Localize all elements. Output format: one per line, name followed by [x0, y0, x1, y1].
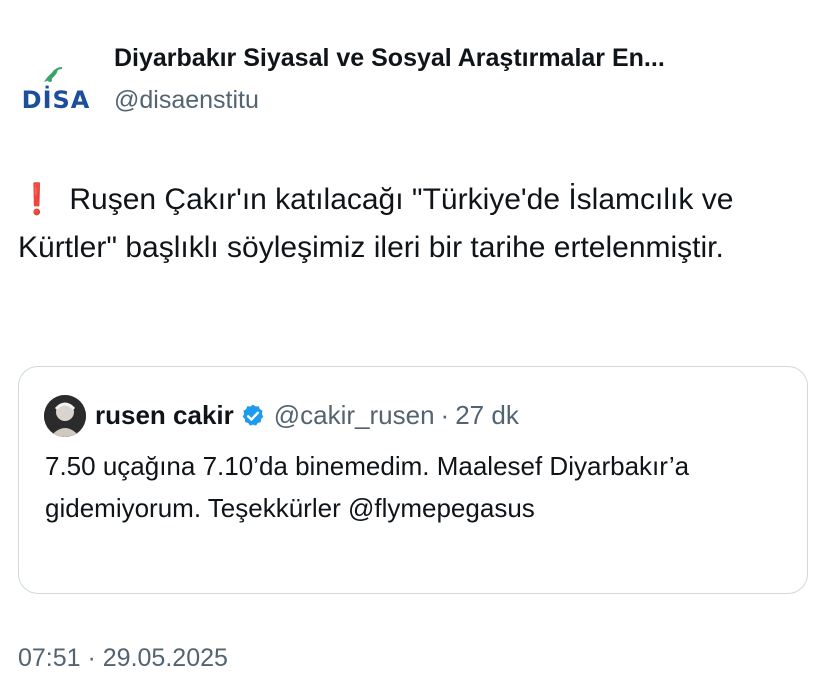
separator-dot: · — [440, 400, 450, 430]
tweet-timestamp[interactable]: 07:51 · 29.05.2025 — [18, 644, 228, 673]
verified-badge-icon — [240, 402, 266, 428]
tweet-text: Ruşen Çakır'ın katılacağı "Türkiye'de İs… — [18, 183, 734, 264]
author-display-name[interactable]: Diyarbakır Siyasal ve Sosyal Araştırmala… — [114, 44, 665, 73]
portrait-icon — [44, 395, 86, 437]
quoted-author-avatar[interactable] — [44, 395, 86, 437]
quoted-tweet-text: 7.50 uçağına 7.10’da binemedim. Maalesef… — [45, 451, 690, 523]
logo-lettering: DİSA — [22, 85, 91, 114]
disa-logo: DİSA — [14, 52, 98, 136]
quoted-tweet-time[interactable]: 27 dk — [455, 397, 519, 433]
quoted-tweet-header: rusen cakir @cakir_rusen · 27 dk — [95, 397, 519, 433]
tweet-body: ❗ Ruşen Çakır'ın katılacağı "Türkiye'de İ… — [18, 176, 818, 272]
author-handle[interactable]: @disaenstitu — [114, 86, 259, 115]
author-avatar[interactable]: DİSA — [14, 52, 98, 136]
exclamation-icon: ❗ — [18, 183, 56, 216]
quoted-tweet-card[interactable]: rusen cakir @cakir_rusen · 27 dk 7.50 uç… — [18, 366, 808, 594]
quoted-author-name[interactable]: rusen cakir — [95, 397, 234, 433]
quoted-author-handle[interactable]: @cakir_rusen — [274, 397, 435, 433]
